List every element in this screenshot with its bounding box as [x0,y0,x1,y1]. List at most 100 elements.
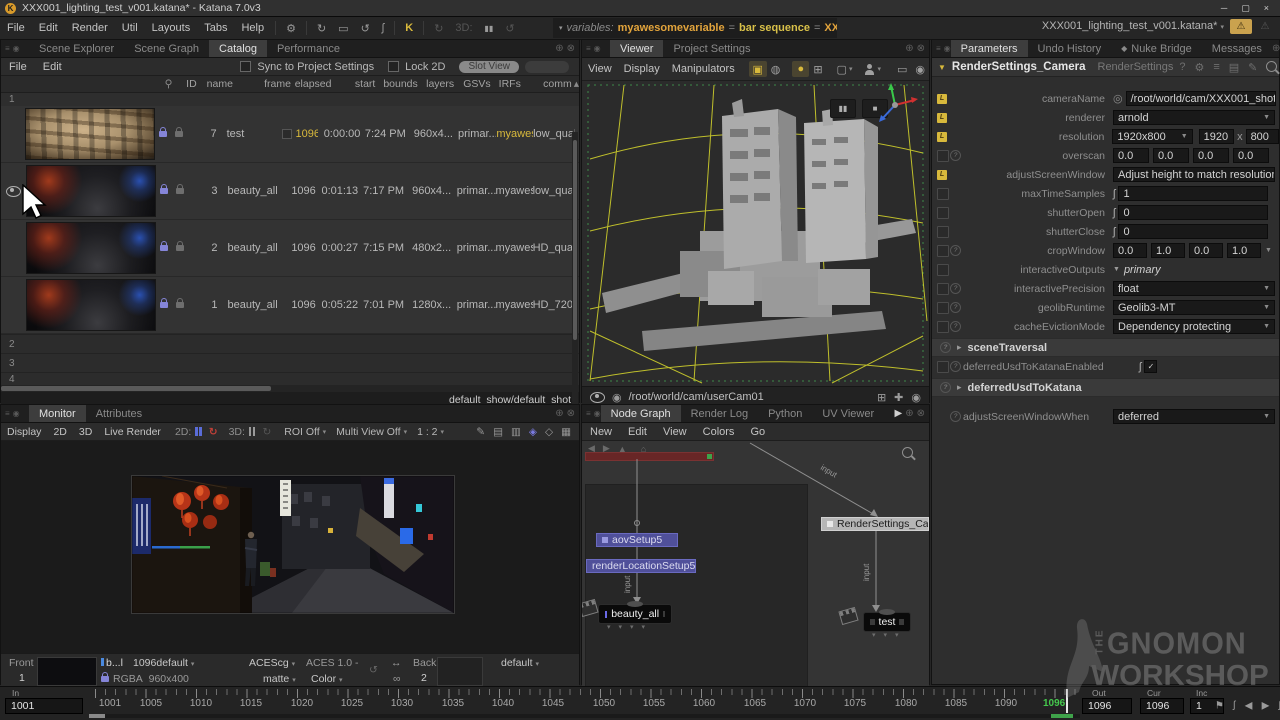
tab-python[interactable]: Python [758,405,812,422]
cache-bar[interactable] [95,714,1080,718]
front-buffer-thumbnail[interactable] [37,657,97,686]
slot-view-button[interactable]: Slot View [459,61,519,73]
slot-label-1[interactable]: 1 [1,93,579,106]
help-circle-icon[interactable]: ? [950,411,961,422]
vertical-scrollbar[interactable] [572,132,578,420]
layer-name[interactable]: b...l [101,657,123,669]
panel-drag-handle[interactable]: ≡◉ [1,40,29,57]
variables-caret-icon[interactable]: ▾ [559,24,563,32]
cropWindow-field-0[interactable]: 0.0 [1113,243,1147,258]
monitor-canvas[interactable] [1,441,579,653]
close-panel-icon[interactable]: ⊗ [567,408,575,419]
lock2-icon[interactable] [176,302,184,308]
expression-icon[interactable]: ʃ [1113,188,1115,200]
lock2d-checkbox[interactable] [388,61,399,72]
frame-checkbox[interactable] [282,129,292,139]
help-circle-icon[interactable]: ? [940,382,951,393]
render-thumbnail[interactable] [26,165,156,217]
close-panel-icon[interactable]: ⊗ [567,43,575,54]
col-start[interactable]: start [331,78,375,90]
back-buffer-thumbnail[interactable] [437,657,483,686]
tab-nuke-bridge[interactable]: ◆Nuke Bridge [1111,40,1202,57]
back-buffer-dropdown[interactable]: default ▾ [501,657,539,669]
render-thumbnail[interactable] [26,279,156,331]
table-row-beauty3[interactable]: 3 beauty_all 1096 0:01:13 7:17 PM 960x4.… [1,163,579,220]
pause-3d-icon[interactable] [249,427,256,436]
sync-checkbox[interactable] [240,61,251,72]
tab-catalog[interactable]: Catalog [209,40,267,57]
col-irfs[interactable]: IRFs [499,78,539,90]
shutterClose-field[interactable]: 0 [1118,224,1268,239]
catalog-menu-edit[interactable]: Edit [35,61,70,73]
menu-help[interactable]: Help [234,22,271,34]
deferredUsdToKatanaEnabled-checkbox[interactable]: ✓ [1144,360,1157,373]
help-circle-icon[interactable]: ? [950,321,961,332]
step-forward-icon[interactable]: ▶ [1262,700,1270,712]
tab-scroll-icon[interactable]: ▶ [895,408,903,419]
viewer-menu-display[interactable]: Display [618,63,666,75]
help-circle-icon[interactable]: ? [950,302,961,313]
color-left-dropdown[interactable]: Color ▾ [311,673,343,685]
variable-token[interactable]: XXX [824,22,837,34]
camera-target-icon[interactable]: ◉ [612,391,622,404]
warning-indicator-icon[interactable]: ⚠ [1230,19,1252,34]
node-beauty_all[interactable]: beauty_all ▾▾▾▾ [598,604,672,624]
interactiveOutputs-toggle[interactable]: ▼primary [1113,264,1161,276]
expression-icon[interactable]: ʃ [1233,700,1235,712]
render-thumbnail[interactable] [26,222,156,274]
scenegraph-link-icon[interactable]: ◎ [1113,92,1123,105]
tab-viewer[interactable]: Viewer [610,40,663,57]
help-circle-icon[interactable]: ? [950,150,961,161]
overscan-field-0[interactable]: 0.0 [1113,148,1149,163]
help-circle-icon[interactable]: ? [950,361,961,372]
slot-label-2[interactable]: 2 [1,334,579,353]
col-elapsed[interactable]: elapsed [291,78,331,90]
selection-mode-dropdown[interactable]: ▢▾ [837,63,853,76]
group-deferredUsdToKatana[interactable]: ? ▸ deferredUsdToKatana [932,378,1279,397]
in-frame-field[interactable]: 1001 [5,698,83,714]
tab-undo-history[interactable]: Undo History [1028,40,1112,57]
pin-column-icon[interactable]: ⚲ [165,78,177,90]
minimize-button[interactable]: ─ [1221,3,1227,14]
tab-render-log[interactable]: Render Log [681,405,759,422]
tab-parameters[interactable]: Parameters [951,40,1028,57]
note-icon[interactable]: ▤ [493,426,503,438]
link-buffers-icon[interactable]: ∞ [393,673,401,685]
current-file-selector[interactable]: XXX001_lighting_test_v001.katana* ▾ [1042,20,1224,32]
roi-dropdown[interactable]: ROI Off▾ [284,426,326,438]
cropWindow-field-2[interactable]: 0.0 [1189,243,1223,258]
variable-token[interactable]: myawesomevariable [618,22,725,34]
overscan-field-1[interactable]: 0.0 [1153,148,1189,163]
resolution-width-field[interactable]: 1920 [1199,129,1234,144]
pause-3d-icon[interactable]: ▮▮ [485,24,494,33]
render-refresh-icon[interactable]: ↻ [317,22,326,35]
node-test[interactable]: test ▾▾▾ [863,612,911,632]
slot-label-4[interactable]: 4 [1,372,579,385]
cropWindow-field-3[interactable]: 1.0 [1227,243,1261,258]
menu-layouts[interactable]: Layouts [145,22,198,34]
overscan-field-3[interactable]: 0.0 [1233,148,1269,163]
expression-icon[interactable]: ʃ [1113,226,1115,238]
wrench-icon[interactable]: ✎ [1248,61,1257,74]
help-circle-icon[interactable]: ? [950,245,961,256]
cameraName-field[interactable]: /root/world/cam/XXX001_shotcam/XXX0▼ [1126,91,1276,106]
lock-icon[interactable] [159,131,167,137]
add-tab-icon[interactable]: ⊕ [1272,43,1280,54]
menu-render[interactable]: Render [65,22,115,34]
catalog-menu-file[interactable]: File [1,61,35,73]
lock-icon[interactable] [160,302,168,308]
interactivePrecision-dropdown[interactable]: float▼ [1113,281,1275,296]
slot-label-3[interactable]: 3 [1,353,579,372]
help-icon[interactable]: ? [1179,61,1185,74]
light-icon[interactable]: ● [798,63,805,75]
menu-file[interactable]: File [0,22,32,34]
add-tab-icon[interactable]: ⊕ [555,408,563,419]
rerender-2d-icon[interactable]: ↻ [209,426,218,438]
partial-red-node[interactable] [585,452,714,461]
visible-eye-icon[interactable] [6,186,21,197]
group-sceneTraversal[interactable]: ? ▸ sceneTraversal [932,338,1279,357]
horizontal-scrollbar[interactable] [1,385,579,392]
adjustScreenWindow-dropdown[interactable]: Adjust height to match resolution▼ [1113,167,1275,182]
close-button[interactable]: × [1264,3,1269,14]
tab-scene-explorer[interactable]: Scene Explorer [29,40,124,57]
